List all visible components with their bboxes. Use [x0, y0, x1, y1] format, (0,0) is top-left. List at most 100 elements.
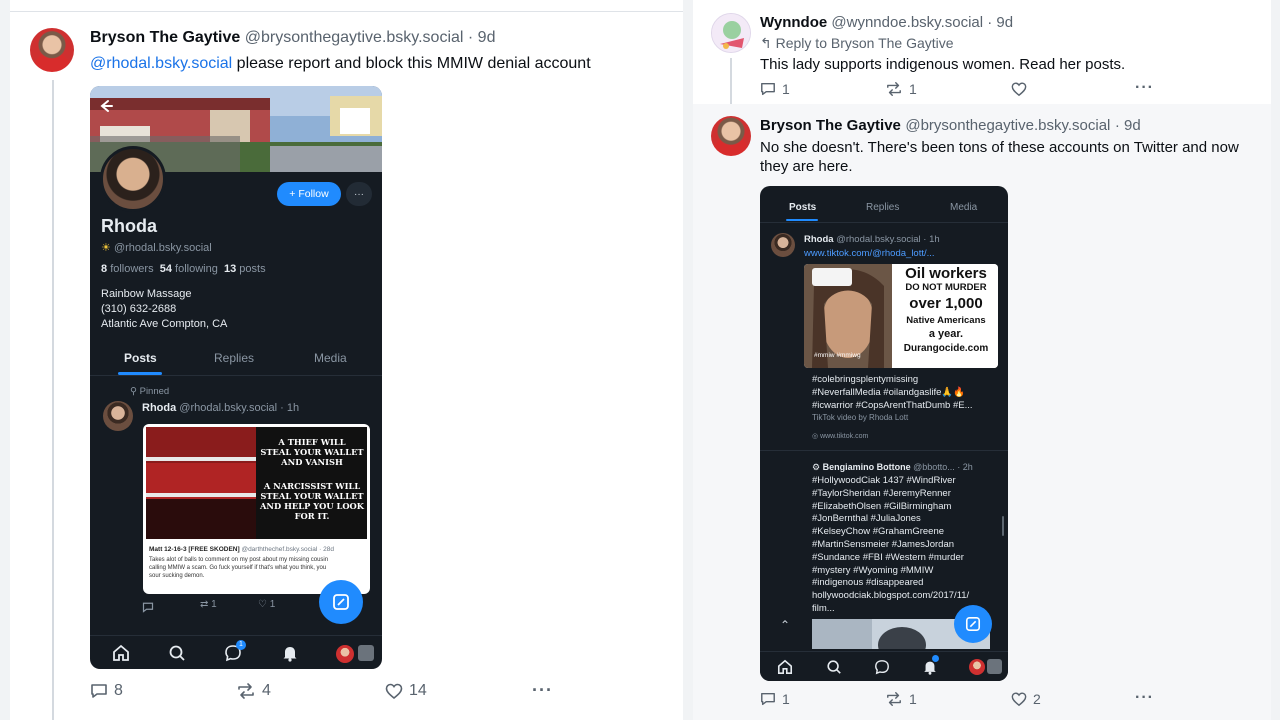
- profile-avatar[interactable]: [100, 146, 166, 212]
- following-count[interactable]: 54: [160, 263, 172, 275]
- back-icon[interactable]: [98, 98, 114, 114]
- post-avatar[interactable]: [103, 401, 133, 431]
- repost-action[interactable]: ⇄ 1: [200, 599, 217, 610]
- hashtag-line[interactable]: #KelseyChow #GrahamGreene: [812, 526, 969, 539]
- mention-link[interactable]: @rhodal.bsky.social: [90, 55, 232, 72]
- quote-card[interactable]: A THIEF WILL STEAL YOUR WALLET AND VANIS…: [143, 424, 370, 594]
- home-icon[interactable]: [777, 659, 793, 675]
- hashtag-line[interactable]: #icwarrior #CopsArentThatDumb #E...: [812, 400, 973, 413]
- author-name[interactable]: Bryson The Gaytive: [90, 29, 240, 46]
- meme-line: STEAL YOUR WALLET: [260, 447, 364, 457]
- quote-author[interactable]: Matt 12-16-3 [FREE SKODEN]: [149, 546, 240, 553]
- hashtag-line[interactable]: #MartinSensmeier #JamesJordan: [812, 539, 969, 552]
- nav-profile-avatar[interactable]: [336, 645, 354, 663]
- bell-icon[interactable]: [281, 644, 299, 662]
- repost-action[interactable]: 1: [885, 691, 917, 707]
- feed-screenshot[interactable]: Posts Replies Media Rhoda @rhodal.bsky.s…: [760, 186, 1008, 681]
- tab-media[interactable]: Media: [950, 202, 977, 213]
- post-age[interactable]: · 9d: [1115, 117, 1141, 134]
- post2-age[interactable]: · 2h: [957, 462, 973, 472]
- hashtag-line[interactable]: #HollywoodCiak 1437 #WindRiver: [812, 475, 969, 488]
- author-name[interactable]: Bryson The Gaytive: [760, 117, 901, 134]
- scroll-top-button[interactable]: ⌃: [780, 618, 790, 632]
- home-icon[interactable]: [112, 644, 130, 662]
- profile-bio: Rainbow Massage (310) 632-2688 Atlantic …: [101, 287, 227, 332]
- expand-icon[interactable]: [987, 659, 1002, 674]
- hashtag-line[interactable]: #JonBernthal #JuliaJones: [812, 513, 969, 526]
- author-handle[interactable]: @brysonthegaytive.bsky.social: [905, 117, 1110, 134]
- chat-icon[interactable]: [874, 659, 890, 675]
- reply-icon[interactable]: [142, 601, 154, 613]
- author-handle[interactable]: @brysonthegaytive.bsky.social: [245, 29, 464, 46]
- compose-button[interactable]: [954, 605, 992, 643]
- post-age[interactable]: · 9d: [987, 14, 1013, 31]
- reply-action[interactable]: 8: [90, 682, 123, 700]
- hashtag-line[interactable]: film...: [812, 603, 969, 616]
- author-handle[interactable]: @wynndoe.bsky.social: [831, 14, 983, 31]
- avatar[interactable]: [711, 13, 751, 53]
- tab-replies[interactable]: Replies: [214, 351, 254, 365]
- like-action[interactable]: 14: [385, 682, 427, 700]
- followers-label[interactable]: followers: [110, 263, 153, 275]
- compose-button[interactable]: [319, 580, 363, 624]
- post-author[interactable]: Rhoda: [142, 402, 176, 414]
- like-action[interactable]: 2: [1011, 691, 1041, 707]
- author-name[interactable]: Wynndoe: [760, 14, 827, 31]
- repost-action[interactable]: 1: [885, 81, 917, 97]
- expand-icon[interactable]: [358, 645, 374, 661]
- meme-line: AND VANISH: [281, 457, 343, 467]
- avatar[interactable]: [30, 28, 74, 72]
- post-avatar[interactable]: [771, 233, 795, 257]
- more-button[interactable]: ···: [1135, 689, 1154, 707]
- hashtag-line[interactable]: #colebringsplentymissing: [812, 374, 973, 387]
- scrollbar[interactable]: [1002, 516, 1004, 536]
- like-icon: [1011, 82, 1027, 97]
- tab-posts[interactable]: Posts: [789, 202, 816, 213]
- post-handle[interactable]: @rhodal.bsky.social · 1h: [179, 402, 299, 414]
- embed-title[interactable]: TikTok video by Rhoda Lott: [812, 413, 908, 422]
- tab-posts[interactable]: Posts: [124, 351, 157, 365]
- more-button[interactable]: ···: [1135, 79, 1154, 97]
- post-handle[interactable]: @rhodal.bsky.social · 1h: [836, 234, 939, 245]
- search-icon[interactable]: [168, 644, 186, 662]
- tab-replies[interactable]: Replies: [866, 202, 899, 213]
- follow-button[interactable]: + Follow: [277, 182, 341, 206]
- like-count: 2: [1033, 691, 1041, 707]
- post-header: Bryson The Gaytive @brysonthegaytive.bsk…: [90, 29, 495, 47]
- post2-handle[interactable]: @bbotto...: [913, 462, 955, 472]
- like-action[interactable]: [1011, 81, 1033, 97]
- reply-action[interactable]: 1: [760, 691, 790, 707]
- hashtag-line[interactable]: #NeverfallMedia #oilandgaslife🙏🔥: [812, 387, 973, 400]
- reply-header: Wynndoe @wynndoe.bsky.social · 9d: [760, 14, 1013, 31]
- more-button[interactable]: ···: [532, 680, 553, 701]
- reply-to-row[interactable]: ↰ Reply to Bryson The Gaytive: [760, 35, 954, 52]
- post2-author[interactable]: Bengiamino Bottone: [823, 462, 911, 472]
- previous-post-divider: [10, 0, 683, 12]
- hashtag-line[interactable]: #TaylorSheridan #JeremyRenner: [812, 488, 969, 501]
- profile-name: Rhoda: [101, 216, 157, 236]
- meme-image[interactable]: A THIEF WILL STEAL YOUR WALLET AND VANIS…: [146, 427, 367, 539]
- reply-action[interactable]: 1: [760, 81, 790, 97]
- embed-domain-row[interactable]: ◎ www.tiktok.com: [812, 432, 868, 440]
- hashtag-line[interactable]: #indigenous #disappeared: [812, 577, 969, 590]
- repost-action[interactable]: 4: [236, 682, 271, 700]
- quote-handle[interactable]: @darththechef.bsky.social · 28d: [241, 546, 333, 553]
- tab-media[interactable]: Media: [314, 351, 347, 365]
- post-link[interactable]: www.tiktok.com/@rhoda_lott/...: [804, 248, 935, 259]
- hashtag-line[interactable]: #Sundance #FBI #Western #murder: [812, 552, 969, 565]
- profile-screenshot[interactable]: + Follow ··· Rhoda ☀ @rhodal.bsky.social…: [90, 86, 382, 669]
- hashtag-line[interactable]: hollywoodciak.blogspot.com/2017/11/: [812, 590, 969, 603]
- followers-count[interactable]: 8: [101, 263, 107, 275]
- following-label[interactable]: following: [175, 263, 218, 275]
- search-icon[interactable]: [826, 659, 842, 675]
- post-author[interactable]: Rhoda: [804, 234, 834, 245]
- avatar[interactable]: [711, 116, 751, 156]
- hashtag-line[interactable]: #mystery #Wyoming #MMIW: [812, 565, 969, 578]
- post-age[interactable]: · 9d: [468, 29, 496, 46]
- profile-more-button[interactable]: ···: [346, 182, 372, 206]
- hashtag-line[interactable]: #ElizabethOlsen #GilBirmingham: [812, 501, 969, 514]
- nav-profile-avatar[interactable]: [969, 659, 985, 675]
- like-action[interactable]: ♡ 1: [258, 599, 275, 610]
- reply-to-label[interactable]: Reply to Bryson The Gaytive: [776, 35, 954, 51]
- post-image[interactable]: #mmiw #mmiwg Oil workers DO NOT MURDER o…: [804, 264, 998, 368]
